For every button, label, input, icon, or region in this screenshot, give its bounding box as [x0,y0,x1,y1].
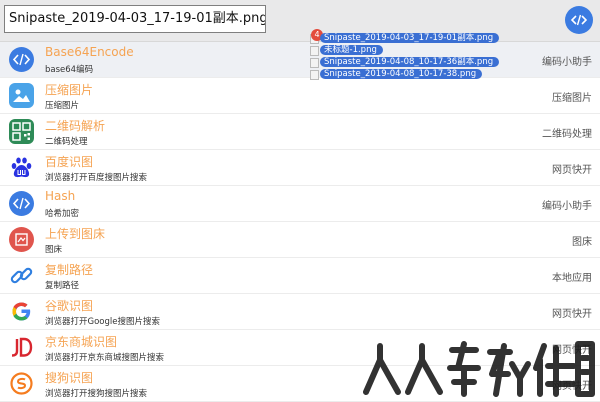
file-icon [310,58,319,68]
item-title: Base64Encode [45,45,134,59]
code-icon [9,191,34,216]
item-subtitle: 浏览器打开京东商城搜图片搜索 [45,353,165,363]
baidu-icon [9,155,34,180]
drag-preview: 4 Snipaste_2019-04-03_17-19-01副本.png 未标题… [306,29,516,81]
code-icon [9,47,34,72]
item-subtitle: 浏览器打开百度搜图片搜索 [45,173,148,183]
item-title: 搜狗识图 [45,371,94,385]
item-category: 网页快开 [552,165,592,176]
item-subtitle: 浏览器打开Google搜图片搜索 [45,317,160,327]
list-item[interactable]: 百度识图 浏览器打开百度搜图片搜索 网页快开 [0,150,600,186]
list-item[interactable]: 压缩图片 压缩图片 压缩图片 [0,78,600,114]
item-title: 上传到图床 [45,227,106,241]
image-icon [9,83,34,108]
search-input[interactable]: Snipaste_2019-04-03_17-19-01副本.png [4,5,266,33]
item-title: 复制路径 [45,263,94,277]
list-item[interactable]: Hash 哈希加密 编码小助手 [0,186,600,222]
jd-icon [9,335,34,360]
item-subtitle: base64编码 [45,65,94,75]
dragged-file: Snipaste_2019-04-08_10-17-38.png [320,69,483,79]
dragged-file: 未标题-1.png [320,45,383,55]
item-title: Hash [45,189,76,203]
item-category: 压缩图片 [552,93,592,104]
item-title: 压缩图片 [45,83,94,97]
item-subtitle: 浏览器打开搜狗搜图片搜索 [45,389,148,399]
item-title: 京东商城识图 [45,335,118,349]
item-subtitle: 二维码处理 [45,137,88,147]
item-category: 本地应用 [552,273,592,284]
dragged-file: Snipaste_2019-04-03_17-19-01副本.png [320,33,500,43]
item-category: 网页快开 [552,309,592,320]
item-category: 编码小助手 [542,201,592,212]
file-icon [310,46,319,56]
item-category: 编码小助手 [542,57,592,68]
link-icon [9,263,34,288]
watermark-logo [363,341,595,397]
item-title: 百度识图 [45,155,94,169]
item-subtitle: 压缩图片 [45,101,80,111]
code-icon [571,14,587,26]
item-category: 图床 [572,237,592,248]
sogou-icon [9,371,34,396]
item-title: 谷歌识图 [45,299,94,313]
list-item[interactable]: 上传到图床 图床 图床 [0,222,600,258]
file-icon [310,70,319,80]
qrcode-icon [9,119,34,144]
item-subtitle: 哈希加密 [45,209,80,219]
google-icon [9,299,34,324]
dragged-file: Snipaste_2019-04-08_10-17-36副本.png [320,57,500,67]
upload-icon [9,227,34,252]
item-subtitle: 复制路径 [45,281,80,291]
list-item[interactable]: 二维码解析 二维码处理 二维码处理 [0,114,600,150]
item-category: 二维码处理 [542,129,592,140]
list-item[interactable]: 复制路径 复制路径 本地应用 [0,258,600,294]
item-subtitle: 图床 [45,245,63,255]
list-item[interactable]: 谷歌识图 浏览器打开Google搜图片搜索 网页快开 [0,294,600,330]
code-button[interactable] [565,6,593,34]
item-title: 二维码解析 [45,119,106,133]
